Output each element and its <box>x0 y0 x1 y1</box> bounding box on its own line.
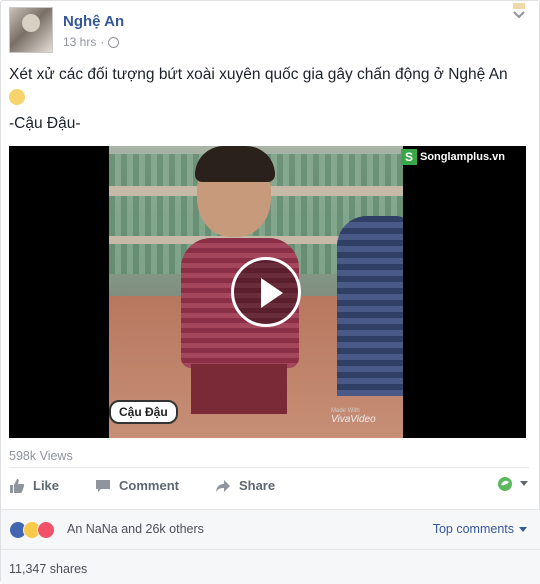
post-text: Xét xử các đối tượng bứt xoài xuyên quốc… <box>9 63 529 111</box>
shares-bar: 11,347 shares <box>1 549 540 584</box>
audience-selector[interactable] <box>497 476 529 492</box>
like-button[interactable]: Like <box>9 478 59 494</box>
post-signature: -Cậu Đậu- <box>9 115 81 132</box>
post-meta: 13 hrs · <box>63 35 120 49</box>
video-caption-tag: Cậu Đậu <box>109 400 178 424</box>
timestamp[interactable]: 13 hrs <box>63 35 96 49</box>
caret-down-icon <box>519 526 527 532</box>
share-count[interactable]: 11,347 shares <box>9 562 87 576</box>
post-card: Nghệ An 13 hrs · Xét xử các đối tượng bứ… <box>0 0 540 584</box>
page-name[interactable]: Nghệ An <box>63 13 124 30</box>
watermark-logo-icon: S <box>401 149 417 165</box>
top-comments-dropdown[interactable]: Top comments <box>433 522 527 536</box>
chevron-down-icon <box>520 481 528 486</box>
emoji-icon <box>9 89 25 105</box>
vivavideo-watermark: Made With VivaVideo <box>331 408 376 425</box>
reactions-bar: An NaNa and 26k others Top comments <box>1 509 540 549</box>
comment-icon <box>96 479 111 492</box>
action-bar: Like Comment Share <box>9 467 529 503</box>
share-arrow-icon <box>215 479 230 492</box>
comment-button[interactable]: Comment <box>95 478 179 494</box>
love-reaction-icon <box>37 521 55 539</box>
globe-icon <box>108 36 120 48</box>
page-avatar[interactable] <box>9 7 53 53</box>
thumbs-up-icon <box>10 478 25 493</box>
reactors-summary[interactable]: An NaNa and 26k others <box>67 522 204 536</box>
video-player[interactable]: S Songlamplus.vn Cậu Đậu Made With VivaV… <box>9 146 526 438</box>
chevron-down-icon[interactable] <box>511 3 527 23</box>
post-header: Nghệ An 13 hrs · <box>9 3 529 53</box>
reaction-icons[interactable] <box>9 521 55 539</box>
post-message: Xét xử các đối tượng bứt xoài xuyên quốc… <box>9 66 508 83</box>
leaf-icon <box>498 477 512 491</box>
view-count: 598k Views <box>9 449 73 463</box>
play-button[interactable] <box>231 257 301 327</box>
share-button[interactable]: Share <box>215 478 275 494</box>
video-watermark: S Songlamplus.vn <box>401 148 525 166</box>
